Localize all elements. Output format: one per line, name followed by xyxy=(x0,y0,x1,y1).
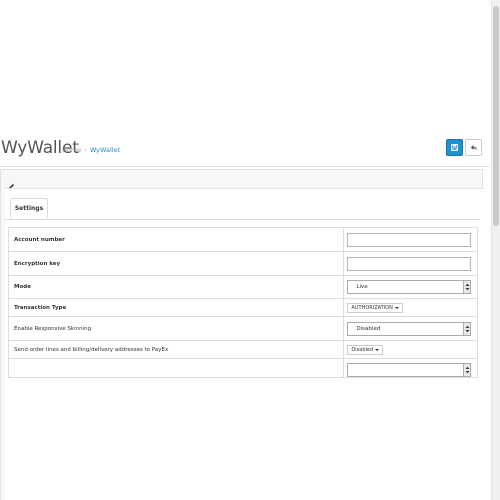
tab-settings[interactable]: Settings xyxy=(10,198,48,219)
settings-form: Account number Encryption key Mode Live … xyxy=(7,227,478,378)
save-button[interactable] xyxy=(446,139,463,156)
chevron-down-icon xyxy=(394,306,399,309)
breadcrumb: Home › WyWallet xyxy=(62,146,120,154)
screen: WyWallet Home › WyWallet Settings Accoun… xyxy=(0,0,500,500)
mode-select[interactable]: Live xyxy=(347,280,472,294)
reply-arrow-icon xyxy=(470,144,477,151)
form-row-account-number: Account number xyxy=(7,227,478,252)
select-arrows-icon xyxy=(465,366,470,374)
label-encryption-key: Encryption key xyxy=(7,251,345,276)
partial-select[interactable] xyxy=(347,363,472,377)
breadcrumb-separator: › xyxy=(84,146,87,154)
label-mode: Mode xyxy=(7,275,345,299)
scrollbar-thumb[interactable] xyxy=(493,6,499,226)
encryption-key-input[interactable] xyxy=(347,256,472,271)
responsive-skinning-arrow[interactable] xyxy=(463,322,471,335)
responsive-skinning-value: Disabled xyxy=(356,325,381,332)
account-number-input[interactable] xyxy=(347,232,472,247)
send-order-lines-value: Disabled xyxy=(351,346,374,353)
label-transaction-type: Transaction Type xyxy=(7,298,345,317)
mode-select-arrow[interactable] xyxy=(463,281,471,293)
form-row-encryption-key: Encryption key xyxy=(7,251,478,276)
settings-panel: Settings Account number Encryption key M xyxy=(0,169,484,500)
partial-select-arrow[interactable] xyxy=(463,364,471,376)
form-row-transaction-type: Transaction Type AUTHORIZATION xyxy=(7,298,478,317)
form-row-mode: Mode Live xyxy=(7,275,478,299)
chevron-down-icon xyxy=(375,348,380,351)
label-responsive-skinning: Enable Responsive Skinning xyxy=(7,316,345,341)
page-scrollbar[interactable] xyxy=(491,0,500,500)
select-arrows-icon xyxy=(465,325,470,332)
page-header: WyWallet Home › WyWallet xyxy=(0,133,490,167)
back-button[interactable] xyxy=(465,139,482,156)
panel-body: Settings Account number Encryption key M xyxy=(5,188,484,500)
floppy-disk-icon xyxy=(451,144,458,151)
label-account-number: Account number xyxy=(7,227,345,252)
mode-select-value: Live xyxy=(356,284,368,290)
select-arrows-icon xyxy=(465,283,470,291)
form-row-partial xyxy=(7,358,478,378)
responsive-skinning-select[interactable]: Disabled xyxy=(347,321,472,336)
form-row-responsive-skinning: Enable Responsive Skinning Disabled xyxy=(7,316,478,341)
breadcrumb-home[interactable]: Home xyxy=(62,146,81,154)
send-order-lines-select[interactable]: Disabled xyxy=(347,344,384,355)
tab-strip: Settings xyxy=(5,198,480,220)
label-send-order-lines: Send order lines and billing/delivery ad… xyxy=(7,340,345,359)
form-row-send-order-lines: Send order lines and billing/delivery ad… xyxy=(7,340,478,359)
breadcrumb-current[interactable]: WyWallet xyxy=(90,146,120,154)
transaction-type-select[interactable]: AUTHORIZATION xyxy=(347,302,403,313)
transaction-type-value: AUTHORIZATION xyxy=(351,304,393,311)
